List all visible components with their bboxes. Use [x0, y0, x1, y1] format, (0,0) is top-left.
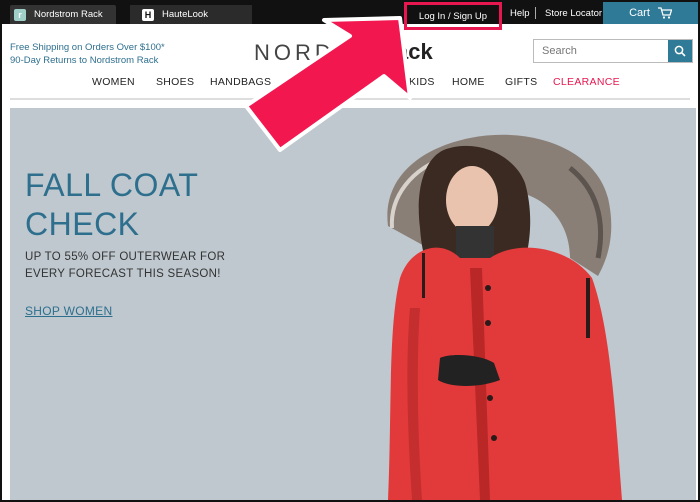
hero-subtitle-line2: EVERY FORECAST THIS SEASON! [25, 268, 221, 280]
hero-subtitle-line1: UP TO 55% OFF OUTERWEAR FOR [25, 251, 226, 263]
hautelook-icon: H [142, 8, 154, 21]
tab-hautelook-label: HauteLook [162, 9, 208, 20]
nav-item-clearance[interactable]: CLEARANCE [553, 76, 620, 88]
shipping-line-returns[interactable]: 90-Day Returns to Nordstrom Rack [10, 54, 165, 67]
cart-label: Cart [629, 7, 650, 19]
tab-nordstrom-rack[interactable]: r Nordstrom Rack [10, 5, 116, 24]
hero-title-line2: CHECK [25, 206, 140, 242]
shipping-info: Free Shipping on Orders Over $100* 90-Da… [10, 41, 165, 67]
help-link[interactable]: Help [510, 8, 530, 19]
nav-item-gifts[interactable]: GIFTS [505, 76, 537, 88]
hero-title-line1: FALL COAT [25, 167, 199, 203]
nav-item-women[interactable]: WOMEN [92, 76, 135, 88]
cart-button[interactable]: Cart [603, 2, 698, 24]
nordstrom-rack-icon: r [14, 8, 26, 21]
nav-item-home[interactable]: HOME [452, 76, 485, 88]
shipping-line-free[interactable]: Free Shipping on Orders Over $100* [10, 41, 165, 54]
search-input[interactable] [534, 40, 668, 62]
pointer-arrow-icon [244, 16, 412, 152]
hero-title: FALL COAT CHECK [25, 166, 198, 244]
divider [535, 7, 536, 19]
tab-nordstrom-rack-label: Nordstrom Rack [34, 9, 103, 20]
hero-subtitle: UP TO 55% OFF OUTERWEAR FOR EVERY FORECA… [25, 249, 225, 283]
search-button[interactable] [668, 40, 692, 62]
shop-women-link[interactable]: SHOP WOMEN [25, 304, 112, 318]
cart-icon [657, 7, 672, 19]
nav-item-shoes[interactable]: SHOES [156, 76, 194, 88]
store-locator-link[interactable]: Store Locator [545, 8, 602, 19]
search-box [533, 39, 693, 63]
hero-banner[interactable]: FALL COAT CHECK UP TO 55% OFF OUTERWEAR … [10, 108, 696, 500]
search-icon [674, 45, 686, 57]
page-frame: r Nordstrom Rack H HauteLook Log In / Si… [0, 0, 700, 502]
